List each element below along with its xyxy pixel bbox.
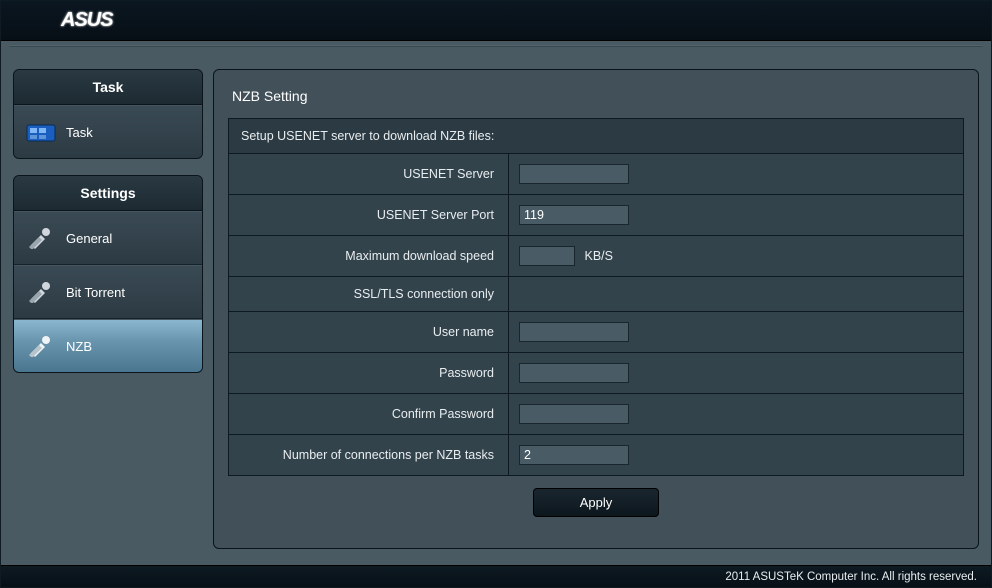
wrench-icon [26,226,56,250]
field-label: SSL/TLS connection only [229,277,509,312]
wrench-icon [26,334,56,358]
confirm-password-input[interactable] [519,404,629,424]
password-input[interactable] [519,363,629,383]
header-bar: ASUS [1,1,991,41]
section-desc: Setup USENET server to download NZB file… [229,119,964,154]
table-row: Number of connections per NZB tasks [229,435,964,476]
sidebar-item-bittorrent[interactable]: Bit Torrent [14,265,202,319]
settings-table: Setup USENET server to download NZB file… [228,118,964,476]
task-icon [26,120,56,144]
brand-logo: ASUS [61,9,113,32]
table-row: Password [229,353,964,394]
sidebar-item-label: Task [66,125,93,140]
field-label: USENET Server Port [229,195,509,236]
table-row: USENET Server Port [229,195,964,236]
sidebar-item-nzb[interactable]: NZB [14,319,202,372]
usenet-port-input[interactable] [519,205,629,225]
table-row: Confirm Password [229,394,964,435]
page-title: NZB Setting [232,88,964,104]
header-separator [9,45,983,47]
field-label: USENET Server [229,154,509,195]
username-input[interactable] [519,322,629,342]
table-section-header: Setup USENET server to download NZB file… [229,119,964,154]
sidebar-item-label: Bit Torrent [66,285,125,300]
max-speed-input[interactable] [519,246,575,266]
table-row: USENET Server [229,154,964,195]
footer-bar: 2011 ASUSTeK Computer Inc. All rights re… [1,565,991,587]
wrench-icon [26,280,56,304]
field-label: Number of connections per NZB tasks [229,435,509,476]
usenet-server-input[interactable] [519,164,629,184]
sidebar-header-task: Task [14,70,202,105]
field-label: User name [229,312,509,353]
field-label: Password [229,353,509,394]
speed-unit: KB/S [584,249,613,263]
connections-input[interactable] [519,445,629,465]
sidebar-section-settings: Settings General [13,175,203,373]
sidebar-header-settings: Settings [14,176,202,211]
table-row: Maximum download speed KB/S [229,236,964,277]
footer-text: 2011 ASUSTeK Computer Inc. All rights re… [725,571,977,583]
content-panel: NZB Setting Setup USENET server to downl… [213,69,979,549]
table-row: User name [229,312,964,353]
field-label: Maximum download speed [229,236,509,277]
sidebar: Task Task Settings [13,69,203,549]
table-row: SSL/TLS connection only [229,277,964,312]
sidebar-item-general[interactable]: General [14,211,202,265]
sidebar-item-label: General [66,231,112,246]
ssl-only-value [509,277,964,312]
sidebar-item-label: NZB [66,339,92,354]
sidebar-section-task: Task Task [13,69,203,159]
apply-button[interactable]: Apply [533,488,660,517]
field-label: Confirm Password [229,394,509,435]
sidebar-item-task[interactable]: Task [14,105,202,158]
